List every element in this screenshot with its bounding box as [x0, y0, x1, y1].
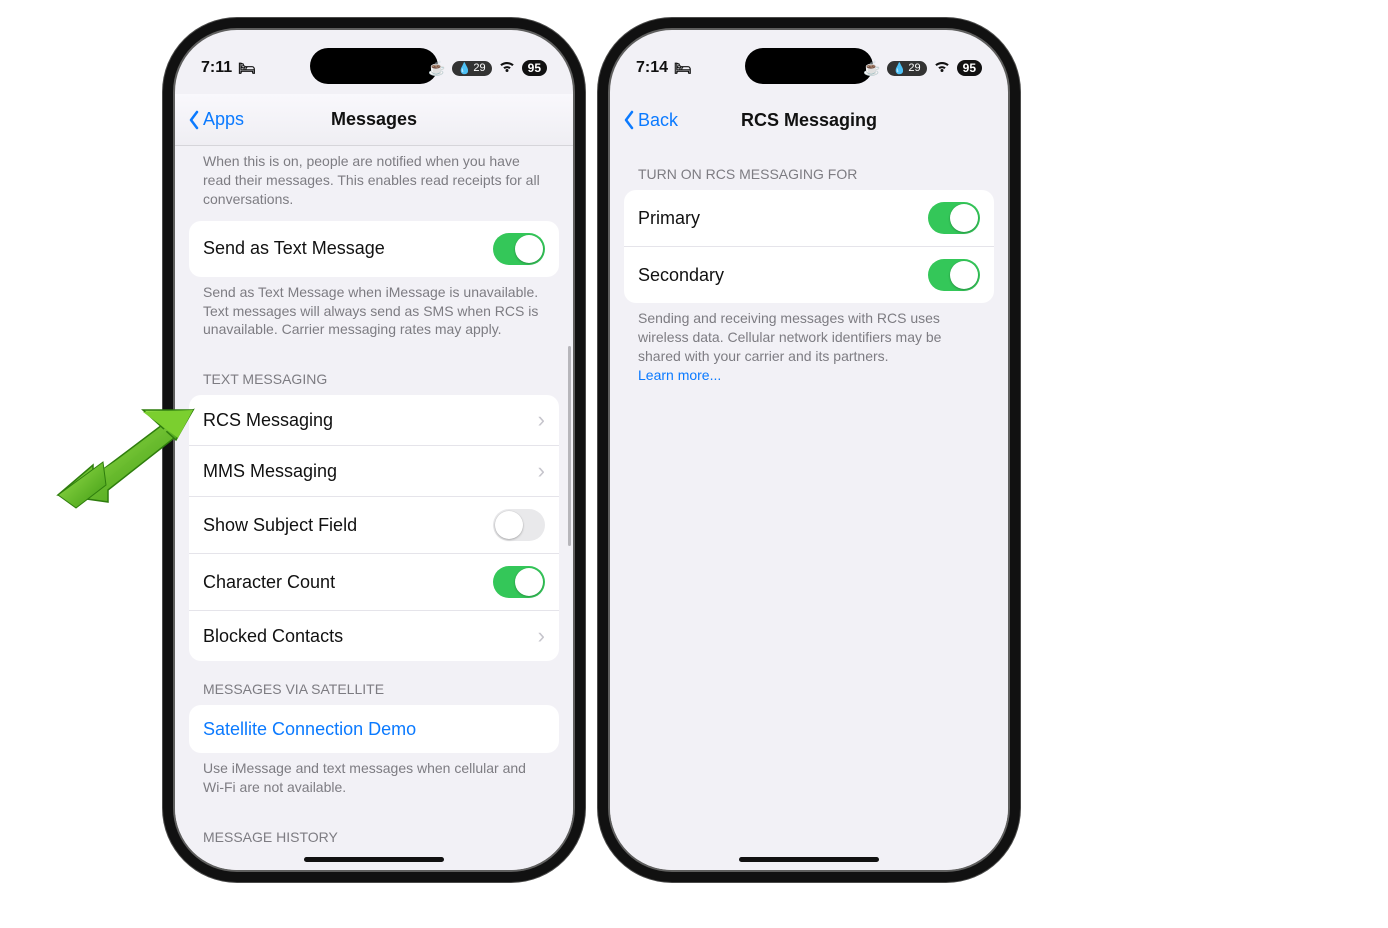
back-button[interactable]: Apps [187, 109, 244, 130]
phone-messages-settings: 7:11 🛏 ☕ 💧29 95 Apps Messages When this … [175, 30, 573, 870]
show-subject-toggle[interactable] [493, 509, 545, 541]
primary-label: Primary [638, 208, 928, 229]
rcs-primary-row[interactable]: Primary [624, 190, 994, 246]
wifi-icon [498, 59, 516, 78]
chevron-left-icon [187, 110, 201, 130]
secondary-label: Secondary [638, 265, 928, 286]
rcs-footnote-text: Sending and receiving messages with RCS … [638, 310, 941, 364]
mms-messaging-row[interactable]: MMS Messaging › [189, 445, 559, 496]
learn-more-link[interactable]: Learn more... [638, 367, 721, 383]
charcount-label: Character Count [203, 572, 493, 593]
satellite-demo-row[interactable]: Satellite Connection Demo [189, 705, 559, 753]
sleep-icon: 🛏 [238, 60, 256, 77]
status-bar: 7:11 🛏 ☕ 💧29 95 [175, 50, 573, 86]
send-as-text-toggle[interactable] [493, 233, 545, 265]
show-subject-row[interactable]: Show Subject Field [189, 496, 559, 553]
mms-label: MMS Messaging [203, 461, 538, 482]
nav-bar: Back RCS Messaging [610, 94, 1008, 146]
satellite-header: MESSAGES VIA SATELLITE [189, 661, 559, 705]
battery-badge: 95 [957, 60, 982, 76]
rcs-secondary-row[interactable]: Secondary [624, 246, 994, 303]
blocked-label: Blocked Contacts [203, 626, 538, 647]
back-label: Back [638, 110, 678, 131]
message-history-header: MESSAGE HISTORY [189, 809, 559, 845]
precipitation-badge: 💧29 [452, 61, 492, 76]
character-count-row[interactable]: Character Count [189, 553, 559, 610]
status-time: 7:14 [636, 59, 668, 77]
status-time: 7:11 [201, 59, 232, 77]
precipitation-badge: 💧29 [887, 61, 927, 76]
send-as-text-footnote: Send as Text Message when iMessage is un… [189, 277, 559, 352]
send-as-text-row[interactable]: Send as Text Message [189, 221, 559, 277]
satellite-demo-label: Satellite Connection Demo [203, 719, 545, 740]
wifi-icon [933, 59, 951, 78]
send-as-text-label: Send as Text Message [203, 238, 493, 259]
home-indicator[interactable] [739, 857, 879, 862]
read-receipts-footnote: When this is on, people are notified whe… [189, 146, 559, 221]
chevron-right-icon: › [538, 623, 545, 649]
phone-rcs-settings: 7:14 🛏 ☕ 💧29 95 Back RCS Messaging TURN … [610, 30, 1008, 870]
sleep-icon: 🛏 [674, 60, 692, 77]
rcs-section-header: TURN ON RCS MESSAGING FOR [624, 146, 994, 190]
cup-icon: ☕ [863, 60, 880, 77]
text-messaging-header: TEXT MESSAGING [189, 351, 559, 395]
blocked-contacts-row[interactable]: Blocked Contacts › [189, 610, 559, 661]
status-bar: 7:14 🛏 ☕ 💧29 95 [610, 50, 1008, 86]
scrollbar[interactable] [568, 346, 571, 546]
satellite-footnote: Use iMessage and text messages when cell… [189, 753, 559, 809]
chevron-right-icon: › [538, 458, 545, 484]
rcs-messaging-row[interactable]: RCS Messaging › [189, 395, 559, 445]
cup-icon: ☕ [428, 60, 445, 77]
chevron-right-icon: › [538, 407, 545, 433]
subject-label: Show Subject Field [203, 515, 493, 536]
home-indicator[interactable] [304, 857, 444, 862]
back-button[interactable]: Back [622, 110, 678, 131]
rcs-footnote: Sending and receiving messages with RCS … [624, 303, 994, 397]
rcs-label: RCS Messaging [203, 410, 538, 431]
back-label: Apps [203, 109, 244, 130]
character-count-toggle[interactable] [493, 566, 545, 598]
battery-badge: 95 [522, 60, 547, 76]
secondary-toggle[interactable] [928, 259, 980, 291]
chevron-left-icon [622, 110, 636, 130]
nav-bar: Apps Messages [175, 94, 573, 146]
primary-toggle[interactable] [928, 202, 980, 234]
